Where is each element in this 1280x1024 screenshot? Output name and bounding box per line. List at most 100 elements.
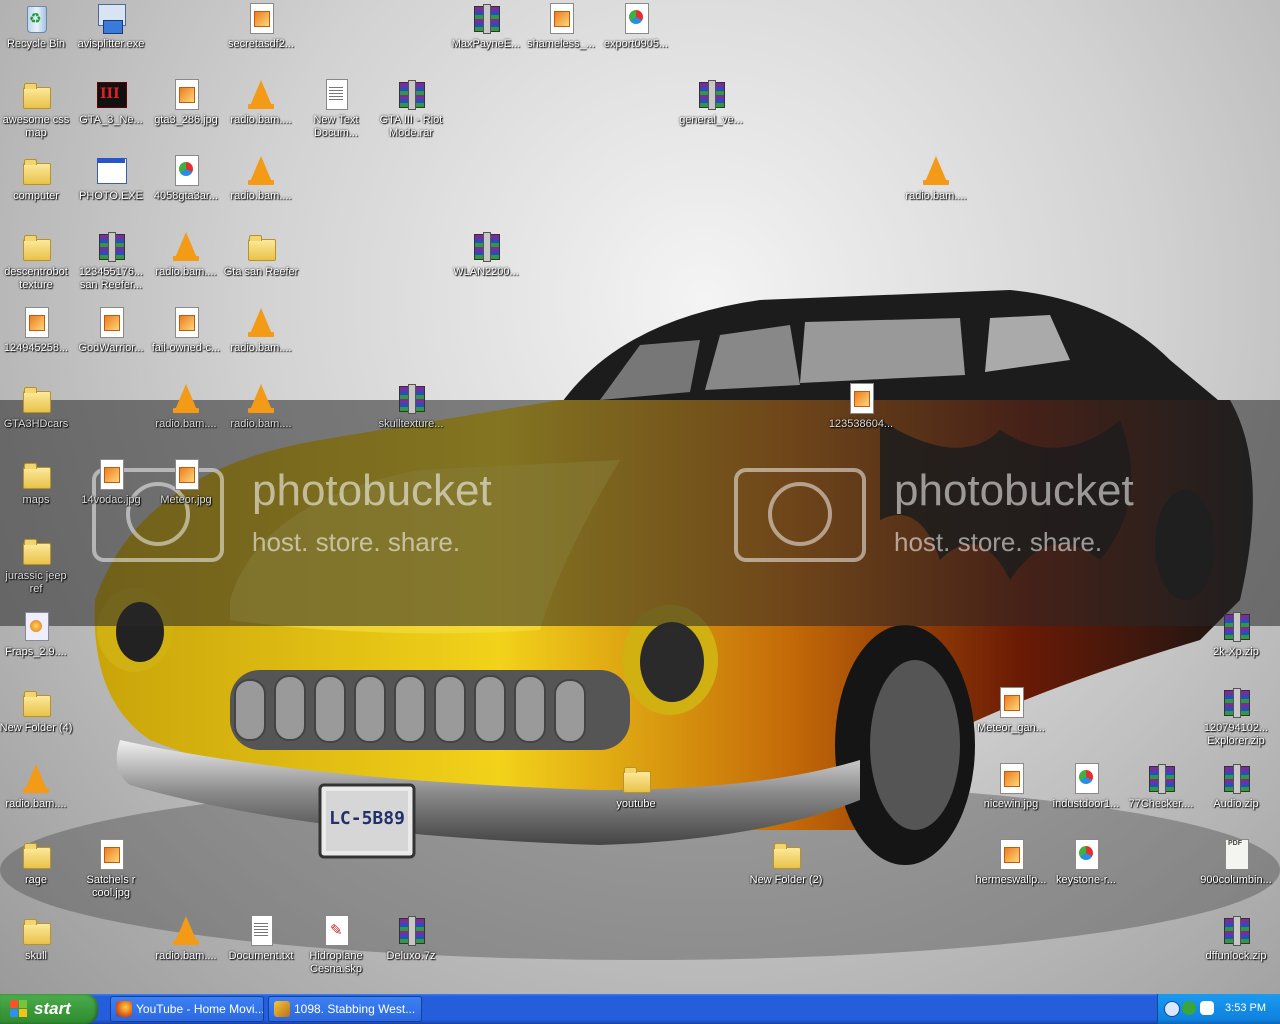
desktop-icon[interactable]: WLAN2200... xyxy=(448,230,524,279)
desktop-icon[interactable]: GTA III - Riot Mode.rar xyxy=(373,78,449,140)
messenger-icon[interactable] xyxy=(1182,1001,1196,1015)
gif-icon xyxy=(170,154,202,186)
vlc-icon xyxy=(170,914,202,946)
desktop-icon[interactable]: 123538604... xyxy=(823,382,899,431)
desktop-icon-label: radio.bam.... xyxy=(5,798,67,810)
desktop-icon[interactable]: jurassic jeep ref xyxy=(0,534,74,596)
desktop-icon[interactable]: industdoor1... xyxy=(1048,762,1124,811)
rar-icon xyxy=(1145,762,1177,794)
desktop-icon[interactable]: Hidroplane Cesna.skp xyxy=(298,914,374,976)
desktop-icon[interactable]: Meteor_gan... xyxy=(973,686,1049,735)
desktop-icon[interactable]: New Text Docum... xyxy=(298,78,374,140)
desktop-icon[interactable]: GTA_3_Ne... xyxy=(73,78,149,127)
setup-icon xyxy=(95,2,127,34)
desktop-icon[interactable]: radio.bam.... xyxy=(223,382,299,431)
desktop-icon[interactable]: 2k-Xp.zip xyxy=(1198,610,1274,659)
desktop-icon[interactable]: avisplitter.exe xyxy=(73,2,149,51)
taskbar: start YouTube - Home Movi... 1098. Stabb… xyxy=(0,994,1280,1024)
desktop-icon[interactable]: radio.bam.... xyxy=(0,762,74,811)
desktop-icon[interactable]: maps xyxy=(0,458,74,507)
desktop-icon[interactable]: Meteor.jpg xyxy=(148,458,224,507)
desktop-icon[interactable]: skulltexture... xyxy=(373,382,449,431)
desktop-icon[interactable]: hermeswallp... xyxy=(973,838,1049,887)
desktop-icon[interactable]: rage xyxy=(0,838,74,887)
desktop-icon[interactable]: GodWarrior... xyxy=(73,306,149,355)
desktop-icon-label: Meteor.jpg xyxy=(160,494,212,506)
desktop-icon-label: computer xyxy=(13,190,59,202)
desktop-icon-label: GTA III - Riot Mode.rar xyxy=(379,114,443,139)
taskbar-item-label: 1098. Stabbing West... xyxy=(294,1002,416,1016)
desktop-icon[interactable]: radio.bam.... xyxy=(148,914,224,963)
desktop-icon[interactable]: nicewin.jpg xyxy=(973,762,1049,811)
desktop-icon[interactable]: radio.bam.... xyxy=(223,306,299,355)
recycle-icon xyxy=(20,2,52,34)
vlc-icon xyxy=(245,382,277,414)
desktop-icon[interactable]: awesome css map xyxy=(0,78,74,140)
jpg-icon xyxy=(995,762,1027,794)
desktop-icon[interactable]: GTA3HDcars xyxy=(0,382,74,431)
desktop-icon[interactable]: dffunlock.zip xyxy=(1198,914,1274,963)
desktop-icon[interactable]: 120794102... Explorer.zip xyxy=(1198,686,1274,748)
desktop[interactable]: LC-5B89 photobucket host. store. share. … xyxy=(0,0,1280,994)
taskbar-item-youtube[interactable]: YouTube - Home Movi... xyxy=(110,996,264,1022)
desktop-icon-label: New Folder (4) xyxy=(0,722,73,734)
desktop-icon[interactable]: computer xyxy=(0,154,74,203)
watermark-camera-icon xyxy=(734,468,866,562)
desktop-icon[interactable]: export0905... xyxy=(598,2,674,51)
desktop-icon-label: awesome css map xyxy=(2,114,70,139)
desktop-icon[interactable]: skull xyxy=(0,914,74,963)
desktop-icon-label: youtube xyxy=(616,798,656,810)
desktop-icon[interactable]: descentrobot texture xyxy=(0,230,74,292)
start-button[interactable]: start xyxy=(0,994,98,1024)
watermark-tagline: host. store. share. xyxy=(252,527,461,557)
desktop-icon-label: MaxPayneE... xyxy=(451,38,521,50)
desktop-icon[interactable]: 900columbin... xyxy=(1198,838,1274,887)
jpg-icon xyxy=(95,838,127,870)
desktop-icon-label: 900columbin... xyxy=(1200,874,1272,886)
desktop-icon[interactable]: Satchels r cool.jpg xyxy=(73,838,149,900)
desktop-icon[interactable]: secretasdf2... xyxy=(223,2,299,51)
taskbar-item-winamp[interactable]: 1098. Stabbing West... xyxy=(268,996,422,1022)
desktop-icon[interactable]: Recycle Bin xyxy=(0,2,74,51)
jpg-icon xyxy=(95,306,127,338)
desktop-icon-label: Document.txt xyxy=(228,950,294,962)
desktop-icon[interactable]: radio.bam.... xyxy=(223,154,299,203)
desktop-icon[interactable]: youtube xyxy=(598,762,674,811)
zip-icon xyxy=(1220,762,1252,794)
desktop-icon[interactable]: general_ve... xyxy=(673,78,749,127)
desktop-icon[interactable]: 4058gta3ar... xyxy=(148,154,224,203)
clock[interactable]: 3:53 PM xyxy=(1225,1002,1266,1014)
desktop-icon[interactable]: radio.bam.... xyxy=(223,78,299,127)
desktop-icon[interactable]: Audio.zip xyxy=(1198,762,1274,811)
balloon-icon[interactable] xyxy=(1200,1001,1214,1015)
desktop-icon[interactable]: fail-owned-c... xyxy=(148,306,224,355)
desktop-icon[interactable]: MaxPayneE... xyxy=(448,2,524,51)
desktop-icon[interactable]: radio.bam.... xyxy=(148,230,224,279)
desktop-icon[interactable]: radio.bam.... xyxy=(148,382,224,431)
desktop-icon[interactable]: Fraps_2.9.... xyxy=(0,610,74,659)
desktop-icon-label: GTA_3_Ne... xyxy=(79,114,143,126)
desktop-icon[interactable]: 124945258... xyxy=(0,306,74,355)
desktop-icon[interactable]: Gta san Reefer xyxy=(223,230,299,279)
desktop-icon[interactable]: gta3_286.jpg xyxy=(148,78,224,127)
desktop-icon[interactable]: 123455176... san Reefer... xyxy=(73,230,149,292)
desktop-icon[interactable]: 14vodac.jpg xyxy=(73,458,149,507)
desktop-icon[interactable]: 77Checker.... xyxy=(1123,762,1199,811)
winamp-icon xyxy=(274,1001,290,1017)
rar-icon xyxy=(395,914,427,946)
desktop-icon[interactable]: PHOTO.EXE xyxy=(73,154,149,203)
desktop-icon-label: Meteor_gan... xyxy=(977,722,1045,734)
desktop-icon[interactable]: New Folder (2) xyxy=(748,838,824,887)
desktop-icon[interactable]: Document.txt xyxy=(223,914,299,963)
desktop-icon[interactable]: Deluxo.7z xyxy=(373,914,449,963)
desktop-icon-label: keystone-r... xyxy=(1056,874,1116,886)
jpg-icon xyxy=(845,382,877,414)
desktop-icon[interactable]: keystone-r... xyxy=(1048,838,1124,887)
desktop-icon-label: avisplitter.exe xyxy=(77,38,145,50)
tray-expand-icon[interactable] xyxy=(1164,1001,1180,1017)
desktop-icon[interactable]: New Folder (4) xyxy=(0,686,74,735)
desktop-icon[interactable]: shameless_... xyxy=(523,2,599,51)
zip-icon xyxy=(1220,914,1252,946)
desktop-icon[interactable]: radio.bam.... xyxy=(898,154,974,203)
jpg-icon xyxy=(545,2,577,34)
